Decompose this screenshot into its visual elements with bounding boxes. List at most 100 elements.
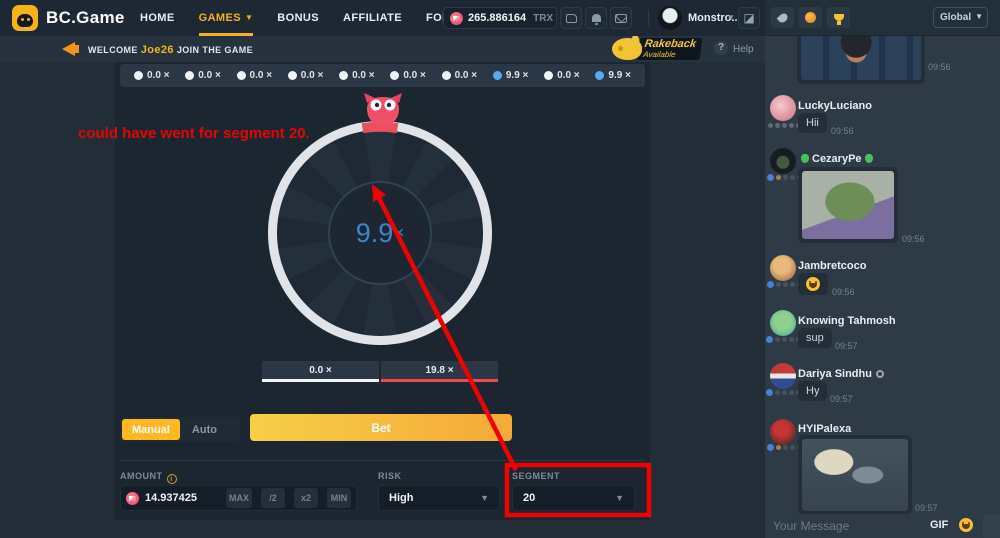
user-avatar[interactable] <box>658 6 682 30</box>
history-chip[interactable]: 0.0 × <box>288 70 324 81</box>
rakeback-title: Rakeback <box>644 39 697 50</box>
trophy-icon <box>834 14 844 21</box>
double-button[interactable]: x2 <box>294 488 318 508</box>
chat-gif-bubble <box>798 435 912 515</box>
manual-mode-button[interactable]: Manual <box>122 419 180 440</box>
balance-selector[interactable]: 265.886164 TRX ▼ <box>443 7 557 29</box>
rain-button[interactable] <box>771 7 794 28</box>
result-dot <box>339 71 348 80</box>
send-button[interactable] <box>983 515 1000 537</box>
chat-username: LuckyLuciano <box>798 100 872 112</box>
min-button[interactable]: MIN <box>327 488 351 508</box>
notifications-button[interactable] <box>585 7 607 29</box>
coin-drop-button[interactable] <box>799 7 822 28</box>
mail-icon <box>615 14 627 23</box>
rain-icon <box>776 11 789 24</box>
welcome-username: Joe26 <box>141 44 174 56</box>
alien-emoji <box>865 154 873 163</box>
contest-button[interactable] <box>827 7 850 28</box>
help-label[interactable]: Help <box>733 44 754 55</box>
half-button[interactable]: /2 <box>261 488 285 508</box>
history-chip[interactable]: 0.0 × <box>442 70 478 81</box>
history-chip[interactable]: 0.0 × <box>544 70 580 81</box>
emoji-picker-button[interactable] <box>959 518 973 532</box>
history-chip[interactable]: 9.9 × <box>595 70 631 81</box>
level-badges <box>767 174 802 181</box>
bcgame-logo-icon[interactable] <box>12 5 38 31</box>
level-badges <box>767 444 802 451</box>
history-chip[interactable]: 9.9 × <box>493 70 529 81</box>
chat-message: sup <box>798 328 832 348</box>
rakeback-badge[interactable]: Rakeback Available <box>612 38 708 62</box>
messages-button[interactable] <box>610 7 632 29</box>
avatar[interactable] <box>770 255 796 281</box>
chat-message <box>798 273 828 295</box>
multiplier-history-bar: 0.0 × 0.0 × 0.0 × 0.0 × 0.0 × 0.0 × 0.0 … <box>120 64 645 87</box>
fold-corner-icon: ◪ <box>743 12 754 24</box>
avatar[interactable] <box>770 148 796 174</box>
balance-amount: 265.886164 <box>468 12 526 24</box>
history-chip[interactable]: 0.0 × <box>185 70 221 81</box>
nav-home[interactable]: HOME <box>140 0 175 36</box>
gif-button[interactable]: GIF <box>930 519 948 531</box>
risk-label: RISK <box>378 471 402 481</box>
help-icon[interactable]: ? <box>714 41 728 55</box>
mode-toggle: Manual Auto <box>120 417 240 442</box>
result-dot <box>595 71 604 80</box>
chat-panel: 09:56 LuckyLuciano Hii 09:56 CezaryPe 09… <box>765 0 1000 538</box>
bet-button[interactable]: Bet <box>250 414 512 441</box>
amount-input[interactable] <box>145 492 217 504</box>
vault-icon <box>566 14 577 23</box>
panel-toggle-button[interactable]: ◪ <box>738 7 760 29</box>
welcome-text: WELCOME Joe26 JOIN THE GAME <box>88 44 253 56</box>
level-badges <box>766 389 801 396</box>
history-chip[interactable]: 0.0 × <box>390 70 426 81</box>
chat-username: CezaryPe <box>798 153 876 165</box>
avatar[interactable] <box>770 310 796 336</box>
nav-affiliate[interactable]: AFFILIATE <box>343 0 402 36</box>
avatar[interactable] <box>770 363 796 389</box>
header-divider <box>648 10 649 26</box>
info-icon[interactable]: i <box>167 474 177 484</box>
piggy-bank-icon <box>612 38 642 60</box>
chat-header: Global ▼ <box>765 0 1000 36</box>
auto-mode-button[interactable]: Auto <box>182 419 227 440</box>
trx-coin-icon <box>450 12 463 25</box>
round-results: 0.0 × 19.8 × <box>262 361 498 382</box>
divider <box>120 460 645 461</box>
chat-username: Dariya Sindhu <box>798 368 884 380</box>
game-wheel: 9.9 × <box>268 121 492 345</box>
chevron-down-icon: ▼ <box>245 13 253 22</box>
result-dot <box>288 71 297 80</box>
history-chip[interactable]: 0.0 × <box>134 70 170 81</box>
alien-emoji <box>801 154 809 163</box>
vault-button[interactable] <box>560 7 582 29</box>
chat-message: Hy <box>798 381 827 401</box>
coin-icon <box>805 12 816 23</box>
message-input[interactable] <box>773 517 918 535</box>
avatar[interactable] <box>770 95 796 121</box>
nav-games[interactable]: GAMES▼ <box>199 0 254 36</box>
risk-select[interactable]: High ▼ <box>378 485 500 511</box>
amount-field: MAX /2 x2 MIN <box>120 485 357 511</box>
chat-message: Hii <box>798 113 827 133</box>
main-nav: HOME GAMES▼ BONUS AFFILIATE FORUM <box>140 0 468 36</box>
computer-gif-image <box>802 439 908 511</box>
nav-bonus[interactable]: BONUS <box>277 0 319 36</box>
chevron-down-icon: ▼ <box>480 493 489 503</box>
megaphone-icon <box>62 42 75 56</box>
annotation-text: could have went for segment 20. <box>78 125 310 142</box>
result-cell: 19.8 × <box>381 361 498 382</box>
result-dot <box>442 71 451 80</box>
history-chip[interactable]: 0.0 × <box>339 70 375 81</box>
max-button[interactable]: MAX <box>226 488 252 508</box>
result-bar <box>262 379 379 382</box>
segment-select[interactable]: 20 ▼ <box>512 485 635 511</box>
result-dot <box>493 71 502 80</box>
level-badges <box>767 281 802 288</box>
history-chip[interactable]: 0.0 × <box>237 70 273 81</box>
rakeback-subtitle: Available <box>643 50 696 59</box>
avatar[interactable] <box>770 419 796 445</box>
chat-room-select[interactable]: Global ▼ <box>933 7 988 28</box>
chat-username: HYIPalexa <box>798 423 851 435</box>
